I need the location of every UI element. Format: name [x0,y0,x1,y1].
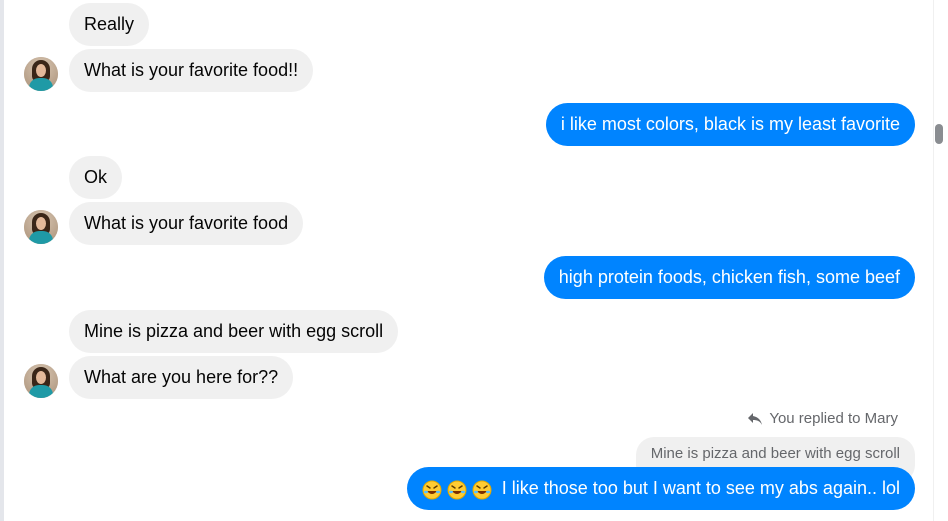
scrollbar-track[interactable] [933,0,948,521]
contact-avatar[interactable] [24,57,58,91]
message-text: high protein foods, chicken fish, some b… [558,267,900,287]
laughing-emoji-icon [447,480,467,500]
contact-avatar[interactable] [24,364,58,398]
incoming-message-bubble[interactable]: What is your favorite food!! [69,49,314,92]
quoted-message-text: Mine is pizza and beer with egg scroll [650,445,900,462]
outgoing-message-bubble[interactable]: I like those too but I want to see my ab… [406,467,915,510]
reply-indicator: You replied to Mary [747,410,898,427]
left-border [0,0,4,521]
incoming-message-bubble[interactable]: Really [69,3,150,46]
reply-note-text: You replied to Mary [769,410,898,427]
outgoing-message-bubble[interactable]: high protein foods, chicken fish, some b… [543,256,915,299]
incoming-message-bubble[interactable]: Ok [69,156,123,199]
message-text: Really [84,14,135,34]
emoji-group [422,478,492,500]
contact-avatar[interactable] [24,210,58,244]
laughing-emoji-icon [472,480,492,500]
message-text: What is your favorite food [84,213,289,233]
message-text: i like most colors, black is my least fa… [560,114,900,134]
incoming-message-bubble[interactable]: Mine is pizza and beer with egg scroll [69,310,399,353]
outgoing-message-bubble[interactable]: i like most colors, black is my least fa… [545,103,915,146]
laughing-emoji-icon [422,480,442,500]
message-text: What is your favorite food!! [84,60,299,80]
chat-thread: Really What is your favorite food!! i li… [0,0,948,521]
message-text: Mine is pizza and beer with egg scroll [84,321,384,341]
message-text: Ok [84,167,108,187]
incoming-message-bubble[interactable]: What is your favorite food [69,202,304,245]
reply-arrow-icon [748,412,763,425]
message-text: I like those too but I want to see my ab… [501,478,900,498]
incoming-message-bubble[interactable]: What are you here for?? [69,356,294,399]
message-text: What are you here for?? [84,367,279,387]
scrollbar-thumb[interactable] [935,124,943,144]
